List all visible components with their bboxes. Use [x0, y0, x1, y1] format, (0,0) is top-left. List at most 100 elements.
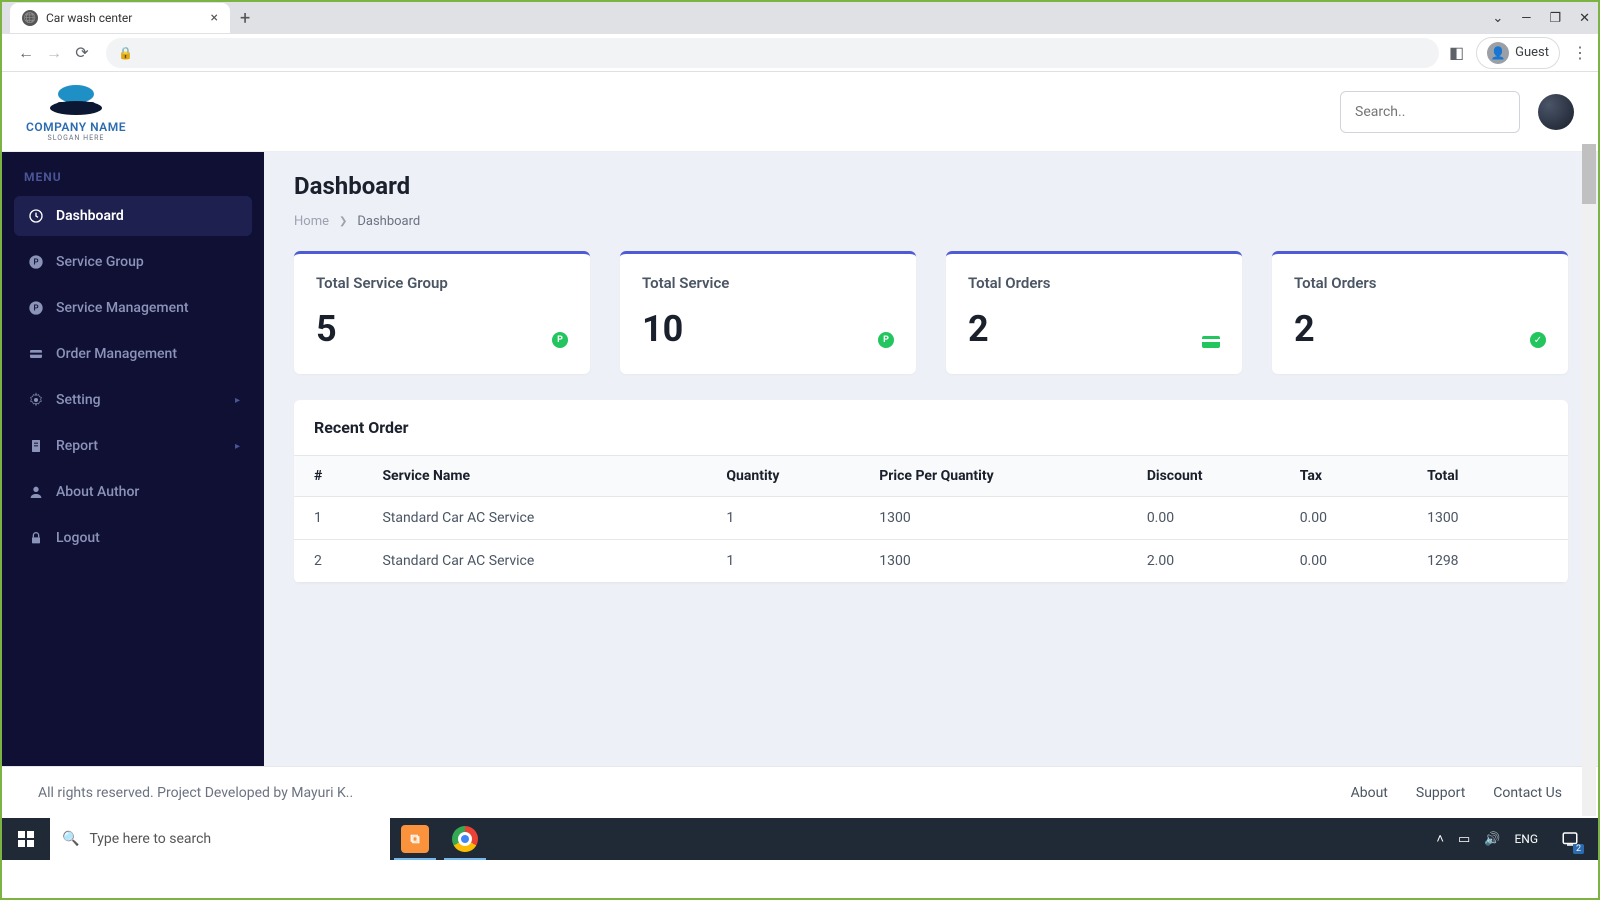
cell-qty: 1: [714, 540, 867, 583]
chevron-right-icon: ▸: [235, 395, 240, 406]
th-discount: Discount: [1135, 456, 1288, 497]
sidebar-item-logout[interactable]: Logout: [14, 518, 252, 558]
browser-tab[interactable]: Car wash center ×: [10, 3, 230, 33]
cell-qty: 1: [714, 497, 867, 540]
th-service-name: Service Name: [370, 456, 714, 497]
card-title: Total Service: [642, 274, 894, 292]
th-tax: Tax: [1288, 456, 1415, 497]
close-window-icon[interactable]: ✕: [1579, 11, 1590, 26]
chevron-down-icon[interactable]: ⌄: [1492, 11, 1503, 26]
taskbar-search[interactable]: 🔍 Type here to search: [50, 818, 390, 860]
stat-card-orders-1: Total Orders 2: [946, 251, 1242, 374]
avatar[interactable]: [1538, 94, 1574, 130]
cell-price: 1300: [867, 540, 1135, 583]
chevron-right-icon: ❯: [339, 216, 347, 227]
person-icon: [28, 484, 44, 500]
table-title: Recent Order: [294, 400, 1568, 455]
cell-tax: 0.00: [1288, 540, 1415, 583]
p-badge-icon: P: [552, 332, 568, 348]
tab-title: Car wash center: [46, 11, 211, 25]
sidebar-item-service-management[interactable]: P Service Management: [14, 288, 252, 328]
search-icon: 🔍: [62, 831, 79, 847]
panel-icon[interactable]: ◧: [1449, 43, 1464, 62]
globe-icon: [22, 10, 38, 26]
search-input[interactable]: [1340, 91, 1520, 133]
browser-tab-strip: Car wash center × + ⌄ ― ❐ ✕: [2, 2, 1598, 34]
footer-link-support[interactable]: Support: [1416, 785, 1465, 801]
dashboard-icon: [28, 208, 44, 224]
sidebar-item-service-group[interactable]: P Service Group: [14, 242, 252, 282]
menu-icon[interactable]: ⋮: [1572, 43, 1588, 62]
card-title: Total Service Group: [316, 274, 568, 292]
chevron-up-icon[interactable]: ˄: [1436, 831, 1444, 847]
notification-badge: 2: [1573, 844, 1584, 854]
p-badge-icon: P: [878, 332, 894, 348]
check-circle-icon: ✓: [1530, 332, 1546, 348]
chrome-icon: [452, 826, 478, 852]
sidebar: MENU Dashboard P Service Group P Service…: [2, 152, 264, 766]
menu-section-label: MENU: [14, 166, 252, 196]
forward-button[interactable]: →: [40, 43, 68, 63]
taskbar-app-chrome[interactable]: [440, 818, 490, 860]
back-button[interactable]: ←: [12, 43, 40, 63]
th-index: #: [294, 456, 370, 497]
sidebar-item-order-management[interactable]: Order Management: [14, 334, 252, 374]
lock-icon: 🔒: [118, 46, 133, 60]
cell-index: 1: [294, 497, 370, 540]
chevron-right-icon: ▸: [235, 441, 240, 452]
cell-total: 1300: [1415, 497, 1568, 540]
svg-text:P: P: [33, 258, 38, 267]
start-button[interactable]: [2, 818, 50, 860]
p-circle-icon: P: [28, 300, 44, 316]
footer-link-contact[interactable]: Contact Us: [1493, 785, 1562, 801]
sidebar-item-label: Report: [56, 438, 98, 454]
sidebar-item-setting[interactable]: Setting ▸: [14, 380, 252, 420]
xampp-icon: ⧉: [401, 825, 429, 853]
card-title: Total Orders: [1294, 274, 1546, 292]
profile-button[interactable]: 👤 Guest: [1476, 37, 1560, 69]
logo[interactable]: COMPANY NAME SLOGAN HERE: [26, 82, 126, 142]
th-quantity: Quantity: [714, 456, 867, 497]
recent-order-panel: Recent Order # Service Name Quantity Pri…: [294, 400, 1568, 583]
volume-icon[interactable]: 🔊: [1484, 832, 1500, 847]
sidebar-item-report[interactable]: Report ▸: [14, 426, 252, 466]
reload-button[interactable]: ⟳: [68, 43, 96, 62]
logo-name: COMPANY NAME: [26, 120, 126, 134]
page-title: Dashboard: [294, 172, 1568, 200]
battery-icon[interactable]: ▭: [1458, 832, 1470, 847]
card-value: 2: [968, 308, 1220, 350]
card-value: 2: [1294, 308, 1546, 350]
footer-text: All rights reserved. Project Developed b…: [38, 785, 1351, 801]
breadcrumb-home[interactable]: Home: [294, 214, 329, 229]
stat-card-orders-2: Total Orders 2 ✓: [1272, 251, 1568, 374]
card-icon: [28, 346, 44, 362]
address-bar[interactable]: 🔒: [106, 38, 1439, 68]
language-indicator[interactable]: ENG: [1514, 832, 1538, 846]
recent-order-table: # Service Name Quantity Price Per Quanti…: [294, 455, 1568, 583]
logo-slogan: SLOGAN HERE: [48, 134, 105, 142]
footer-link-about[interactable]: About: [1351, 785, 1388, 801]
cell-total: 1298: [1415, 540, 1568, 583]
new-tab-button[interactable]: +: [240, 8, 250, 29]
cell-name: Standard Car AC Service: [370, 497, 714, 540]
taskbar-app-xampp[interactable]: ⧉: [390, 818, 440, 860]
table-row: 1 Standard Car AC Service 1 1300 0.00 0.…: [294, 497, 1568, 540]
cell-discount: 2.00: [1135, 540, 1288, 583]
sidebar-item-dashboard[interactable]: Dashboard: [14, 196, 252, 236]
sidebar-item-label: Service Group: [56, 254, 144, 270]
taskbar-search-placeholder: Type here to search: [89, 831, 211, 847]
minimize-icon[interactable]: ―: [1521, 11, 1531, 26]
card-value: 5: [316, 308, 568, 350]
sidebar-item-about-author[interactable]: About Author: [14, 472, 252, 512]
window-controls: ⌄ ― ❐ ✕: [1492, 2, 1590, 34]
notification-button[interactable]: 2: [1552, 818, 1588, 860]
scrollbar[interactable]: [1582, 144, 1596, 816]
card-value: 10: [642, 308, 894, 350]
table-header-row: # Service Name Quantity Price Per Quanti…: [294, 456, 1568, 497]
sidebar-item-label: About Author: [56, 484, 139, 500]
scrollbar-thumb[interactable]: [1582, 144, 1596, 204]
maximize-icon[interactable]: ❐: [1549, 11, 1561, 26]
cell-index: 2: [294, 540, 370, 583]
sidebar-item-label: Service Management: [56, 300, 189, 316]
close-icon[interactable]: ×: [211, 10, 218, 26]
